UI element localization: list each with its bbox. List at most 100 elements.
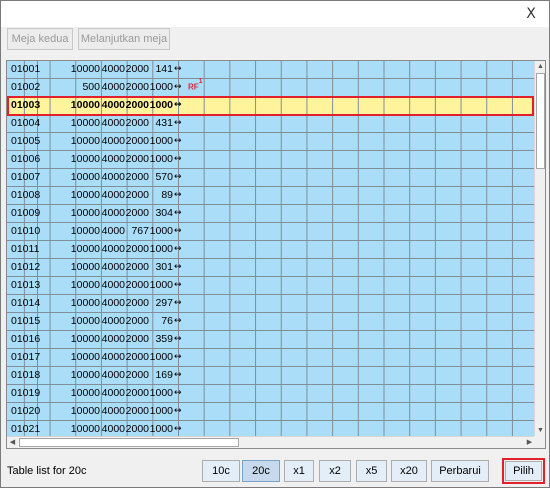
table-row[interactable]: 01011 10000 4000 2000 1000 ↔ xyxy=(7,241,535,259)
row-value-2: 4000 xyxy=(101,387,125,399)
row-value-1: 10000 xyxy=(70,171,100,183)
row-value-3: 2000 xyxy=(125,423,149,435)
row-value-2: 4000 xyxy=(101,225,125,237)
row-id: 01019 xyxy=(11,387,41,399)
row-value-3: 2000 xyxy=(125,99,149,111)
horizontal-scroll-thumb[interactable] xyxy=(19,438,239,447)
continue-table-button[interactable]: Melanjutkan meja xyxy=(78,28,170,50)
table-row[interactable]: 01015 10000 4000 2000 76 ↔ xyxy=(7,313,535,331)
row-value-2: 4000 xyxy=(101,261,125,273)
row-value-4: 89 xyxy=(161,189,173,201)
row-value-4: 431 xyxy=(155,117,173,129)
close-icon[interactable]: X xyxy=(521,4,541,24)
refresh-button[interactable]: Perbarui xyxy=(431,460,489,482)
row-value-2: 4000 xyxy=(101,279,125,291)
second-table-button[interactable]: Meja kedua xyxy=(7,28,73,50)
horizontal-scrollbar[interactable]: ◀ ▶ xyxy=(7,436,535,448)
row-value-3: 2000 xyxy=(125,351,149,363)
row-arrow-icon: ↔ xyxy=(174,190,182,200)
row-id: 01008 xyxy=(11,189,41,201)
row-value-1: 10000 xyxy=(70,405,100,417)
table-row[interactable]: 01012 10000 4000 2000 301 ↔ xyxy=(7,259,535,277)
vertical-scrollbar[interactable]: ▲ ▼ xyxy=(534,61,545,436)
row-id: 01005 xyxy=(11,135,41,147)
table-row[interactable]: 01017 10000 4000 2000 1000 ↔ xyxy=(7,349,535,367)
row-value-1: 10000 xyxy=(70,153,100,165)
row-value-3: 2000 xyxy=(125,369,149,381)
row-value-1: 10000 xyxy=(70,99,100,111)
row-value-1: 10000 xyxy=(70,369,100,381)
row-value-1: 10000 xyxy=(70,297,100,309)
table-row[interactable]: 01010 10000 4000 767 1000 ↔ xyxy=(7,223,535,241)
x2-button[interactable]: x2 xyxy=(319,460,351,482)
row-value-2: 4000 xyxy=(101,117,125,129)
row-value-3: 2000 xyxy=(125,333,149,345)
choose-button[interactable]: Pilih xyxy=(505,461,542,481)
table-row[interactable]: 01013 10000 4000 2000 1000 ↔ xyxy=(7,277,535,295)
row-arrow-icon: ↔ xyxy=(174,406,182,416)
table-row[interactable]: 01020 10000 4000 2000 1000 ↔ xyxy=(7,403,535,421)
vertical-scroll-thumb[interactable] xyxy=(536,73,545,169)
table-row[interactable]: 01006 10000 4000 2000 1000 ↔ xyxy=(7,151,535,169)
row-value-2: 4000 xyxy=(101,189,125,201)
table-row[interactable]: 01008 10000 4000 2000 89 ↔ xyxy=(7,187,535,205)
table-row-selected[interactable]: 01003 10000 4000 2000 1000 ↔ xyxy=(7,97,535,115)
row-arrow-icon: ↔ xyxy=(174,298,182,308)
table-row[interactable]: 01002 500 4000 2000 1000 ↔ RF1 xyxy=(7,78,535,97)
row-id: 01001 xyxy=(11,63,41,75)
scroll-left-icon[interactable]: ◀ xyxy=(7,437,18,448)
row-value-4: 297 xyxy=(155,297,173,309)
row-value-1: 10000 xyxy=(70,243,100,255)
10c-button[interactable]: 10c xyxy=(202,460,240,482)
table-row[interactable]: 01018 10000 4000 2000 169 ↔ xyxy=(7,367,535,385)
row-arrow-icon: ↔ xyxy=(174,280,182,290)
row-tag: RF1 xyxy=(188,78,203,92)
table-row[interactable]: 01009 10000 4000 2000 304 ↔ xyxy=(7,205,535,223)
row-arrow-icon: ↔ xyxy=(174,100,182,110)
table-row[interactable]: 01007 10000 4000 2000 570 ↔ xyxy=(7,169,535,187)
row-value-2: 4000 xyxy=(101,81,125,93)
table-row[interactable]: 01021 10000 4000 2000 1000 ↔ xyxy=(7,421,535,436)
table-row[interactable]: 01016 10000 4000 2000 359 ↔ xyxy=(7,331,535,349)
row-value-1: 10000 xyxy=(70,117,100,129)
row-id: 01009 xyxy=(11,207,41,219)
table-list[interactable]: 01001 10000 4000 2000 141 ↔ 01002 500 4000 2000 10… xyxy=(6,60,546,449)
table-row[interactable]: 01001 10000 4000 2000 141 ↔ xyxy=(7,61,535,79)
x20-button[interactable]: x20 xyxy=(391,460,427,482)
row-value-3: 2000 xyxy=(125,315,149,327)
row-arrow-icon: ↔ xyxy=(174,172,182,182)
table-row[interactable]: 01005 10000 4000 2000 1000 ↔ xyxy=(7,133,535,151)
row-arrow-icon: ↔ xyxy=(174,424,182,434)
row-value-3: 2000 xyxy=(125,135,149,147)
row-value-1: 10000 xyxy=(70,279,100,291)
row-value-3: 2000 xyxy=(125,207,149,219)
scroll-corner xyxy=(534,436,545,448)
row-id: 01004 xyxy=(11,117,41,129)
row-tag-superscript: 1 xyxy=(198,78,203,85)
x1-button[interactable]: x1 xyxy=(284,460,314,482)
table-row[interactable]: 01019 10000 4000 2000 1000 ↔ xyxy=(7,385,535,403)
row-value-3: 2000 xyxy=(125,63,149,75)
row-value-1: 10000 xyxy=(70,351,100,363)
row-arrow-icon: ↔ xyxy=(174,262,182,272)
table-row[interactable]: 01004 10000 4000 2000 431 ↔ xyxy=(7,115,535,133)
row-id: 01007 xyxy=(11,171,41,183)
row-value-2: 4000 xyxy=(101,153,125,165)
row-value-4: 1000 xyxy=(149,423,173,435)
row-value-4: 359 xyxy=(155,333,173,345)
row-value-3: 2000 xyxy=(125,243,149,255)
row-value-2: 4000 xyxy=(101,135,125,147)
row-id: 01016 xyxy=(11,333,41,345)
row-value-2: 4000 xyxy=(101,99,125,111)
row-value-4: 304 xyxy=(155,207,173,219)
row-arrow-icon: ↔ xyxy=(174,118,182,128)
20c-button[interactable]: 20c xyxy=(242,460,280,482)
row-value-1: 10000 xyxy=(70,189,100,201)
scroll-down-icon[interactable]: ▼ xyxy=(535,425,545,436)
row-value-4: 1000 xyxy=(149,135,173,147)
table-row[interactable]: 01014 10000 4000 2000 297 ↔ xyxy=(7,295,535,313)
x5-button[interactable]: x5 xyxy=(356,460,387,482)
row-arrow-icon: ↔ xyxy=(174,244,182,254)
scroll-up-icon[interactable]: ▲ xyxy=(535,61,545,72)
row-arrow-icon: ↔ xyxy=(174,388,182,398)
